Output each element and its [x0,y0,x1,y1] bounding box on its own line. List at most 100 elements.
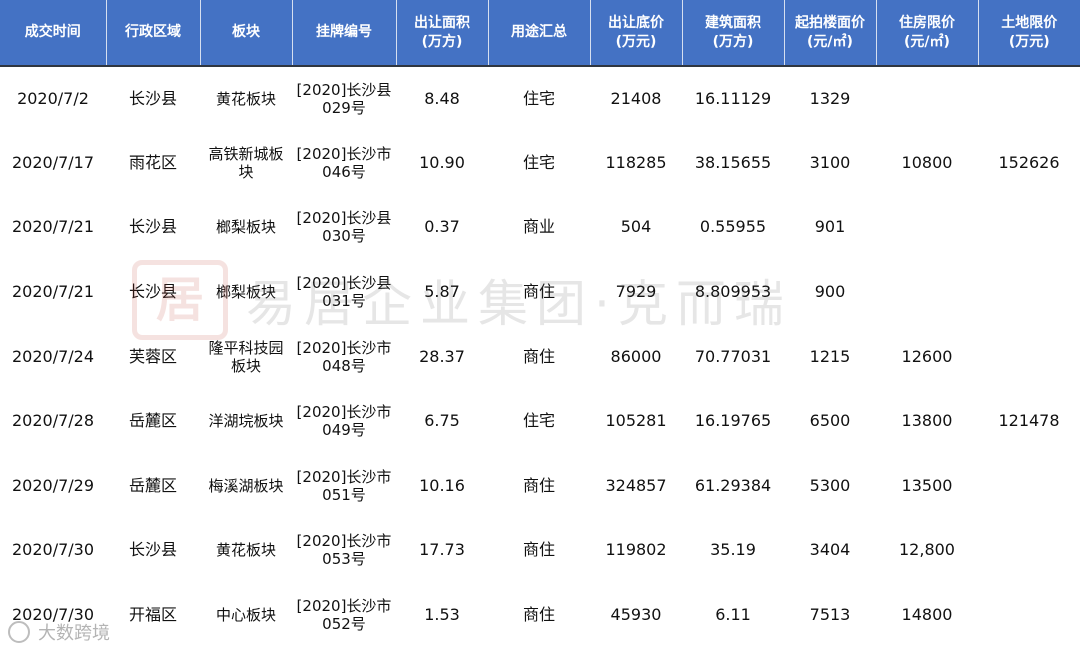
cell-deal-date: 2020/7/17 [11,152,95,172]
cell-district: 芙蓉区 [128,346,177,366]
cell-deal-date: 2020/7/28 [11,411,95,431]
cell-sector: 黄花板块 [215,89,276,108]
cell-reserve-price: 324857 [605,475,667,495]
cell-sector: 中心板块 [215,606,276,625]
cell-building-area: 16.11129 [694,88,772,108]
cell-reserve-price: 86000 [610,346,662,366]
cell-land-area: 8.48 [424,88,460,108]
cell-building-area: 8.809953 [694,282,772,302]
cell-building-area: 6.11 [715,605,751,625]
cell-listing-number: [2020]长沙市052号 [296,597,392,634]
cell-land-price-cap [978,195,1080,260]
cell-land-price-cap [978,518,1080,583]
cell-district: 长沙县 [128,282,177,302]
cell-reserve-price: 118285 [605,152,667,172]
cell-deal-date: 2020/7/29 [11,475,95,495]
cell-building-area: 0.55955 [699,217,767,237]
cell-housing-price-cap: 14800 [901,605,953,625]
header-housing-price-cap: 住房限价 (元/㎡) [876,0,979,67]
header-land-price-cap: 土地限价 (万元) [978,0,1080,67]
table-row: 2020/7/24 芙蓉区 隆平科技园板块 [2020]长沙市048号 28.37 商住 8… [0,324,1080,389]
cell-sector: 榔梨板块 [215,283,276,302]
cell-starting-floor-price: 1329 [809,88,851,108]
cell-district: 岳麓区 [128,411,177,431]
cell-listing-number: [2020]长沙市049号 [296,403,392,440]
cell-listing-number: [2020]长沙县029号 [296,80,392,117]
header-deal-date: 成交时间 [0,0,107,67]
header-district: 行政区域 [106,0,201,67]
cell-land-area: 6.75 [424,411,460,431]
cell-housing-price-cap [876,66,978,131]
land-deal-table: 成交时间 行政区域 板块 挂牌编号 出让面积 (万方) 用途汇总 出让底价 (万元)… [0,0,1080,647]
cell-land-use: 住宅 [522,152,555,172]
cell-starting-floor-price: 3404 [809,540,851,560]
cell-housing-price-cap: 12,800 [899,540,955,560]
cell-reserve-price: 45930 [610,605,662,625]
cell-land-area: 10.90 [419,152,465,172]
cell-land-use: 商住 [522,540,555,560]
cell-district: 岳麓区 [128,475,177,495]
cell-land-area: 0.37 [424,217,460,237]
cell-sector: 隆平科技园板块 [208,338,284,375]
cell-listing-number: [2020]长沙市046号 [296,144,392,181]
cell-deal-date: 2020/7/30 [11,605,95,625]
cell-sector: 高铁新城板块 [208,144,284,181]
cell-housing-price-cap: 10800 [901,152,953,172]
cell-listing-number: [2020]长沙市053号 [296,532,392,569]
cell-district: 长沙县 [128,217,177,237]
cell-housing-price-cap: 12600 [901,346,953,366]
cell-listing-number: [2020]长沙县031号 [296,274,392,311]
header-land-use: 用途汇总 [488,0,591,67]
cell-housing-price-cap: 13800 [901,411,953,431]
table-row: 2020/7/21 长沙县 榔梨板块 [2020]长沙县030号 0.37 商业 504 0.… [0,195,1080,260]
cell-sector: 洋湖垸板块 [208,412,284,431]
header-reserve-price: 出让底价 (万元) [590,0,683,67]
cell-building-area: 35.19 [710,540,756,560]
cell-land-area: 10.16 [419,475,465,495]
cell-building-area: 16.19765 [694,411,772,431]
cell-land-area: 17.73 [419,540,465,560]
cell-land-use: 商住 [522,475,555,495]
table-header-row: 成交时间 行政区域 板块 挂牌编号 出让面积 (万方) 用途汇总 出让底价 (万元)… [0,0,1080,67]
cell-deal-date: 2020/7/21 [11,217,95,237]
cell-land-price-cap [978,66,1080,131]
cell-building-area: 38.15655 [694,152,772,172]
cell-land-use: 住宅 [522,411,555,431]
cell-land-price-cap [978,583,1080,648]
cell-housing-price-cap [876,195,978,260]
cell-land-price-cap [978,454,1080,519]
table-row: 2020/7/28 岳麓区 洋湖垸板块 [2020]长沙市049号 6.75 住宅 1052… [0,389,1080,454]
cell-land-price-cap: 121478 [998,411,1060,431]
cell-building-area: 70.77031 [694,346,772,366]
cell-starting-floor-price: 900 [814,282,846,302]
cell-land-use: 商住 [522,346,555,366]
cell-sector: 黄花板块 [215,541,276,560]
cell-sector: 榔梨板块 [215,218,276,237]
table-row: 2020/7/29 岳麓区 梅溪湖板块 [2020]长沙市051号 10.16 商住 324… [0,454,1080,519]
header-starting-floor-price: 起拍楼面价 (元/㎡) [784,0,877,67]
header-sector: 板块 [200,0,293,67]
cell-starting-floor-price: 901 [814,217,846,237]
table-row: 2020/7/2 长沙县 黄花板块 [2020]长沙县029号 8.48 住宅 21408 1… [0,66,1080,131]
cell-starting-floor-price: 6500 [809,411,851,431]
cell-land-use: 住宅 [522,88,555,108]
header-building-area: 建筑面积 (万方) [682,0,785,67]
cell-land-price-cap [978,324,1080,389]
table-row: 2020/7/17 雨花区 高铁新城板块 [2020]长沙市046号 10.90 住宅 11… [0,131,1080,196]
cell-district: 长沙县 [128,540,177,560]
cell-land-use: 商住 [522,605,555,625]
table-row: 2020/7/30 开福区 中心板块 [2020]长沙市052号 1.53 商住 45930… [0,583,1080,648]
cell-land-area: 1.53 [424,605,460,625]
cell-land-price-cap [978,260,1080,325]
cell-reserve-price: 7929 [615,282,657,302]
table-row: 2020/7/30 长沙县 黄花板块 [2020]长沙市053号 17.73 商住 1198… [0,518,1080,583]
cell-sector: 梅溪湖板块 [208,476,284,495]
cell-housing-price-cap [876,260,978,325]
cell-deal-date: 2020/7/24 [11,346,95,366]
cell-district: 开福区 [128,605,177,625]
cell-starting-floor-price: 1215 [809,346,851,366]
land-deal-sheet: 成交时间 行政区域 板块 挂牌编号 出让面积 (万方) 用途汇总 出让底价 (万元)… [0,0,1080,649]
table-body: 2020/7/2 长沙县 黄花板块 [2020]长沙县029号 8.48 住宅 21408 1… [0,66,1080,647]
cell-starting-floor-price: 3100 [809,152,851,172]
cell-building-area: 61.29384 [694,475,772,495]
